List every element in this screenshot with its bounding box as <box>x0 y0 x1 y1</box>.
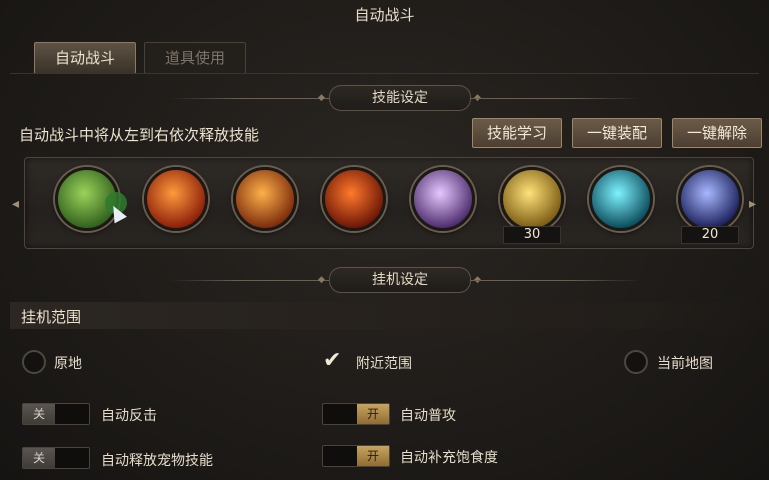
toggle-knob: 开 <box>357 404 389 424</box>
toggle-label-auto-pet-skill: 自动释放宠物技能 <box>101 453 213 469</box>
idle-range-label: 挂机范围 <box>21 308 82 326</box>
skills-section-header: ◆ 技能设定 ◆ <box>0 85 769 111</box>
option-label-stay: 原地 <box>54 356 82 372</box>
header-line-right <box>470 280 640 281</box>
toggle-knob: 关 <box>23 448 55 468</box>
option-label-current-map: 当前地图 <box>657 356 713 372</box>
arcane-chain-skill-icon[interactable] <box>411 167 475 231</box>
skills-section-title: 技能设定 <box>329 85 471 111</box>
flame-warrior-skill-icon[interactable] <box>233 167 297 231</box>
idle-section-header: ◆ 挂机设定 ◆ <box>0 267 769 293</box>
toggle-label-auto-counter: 自动反击 <box>101 408 157 424</box>
tab-bar: 自动战斗 道具使用 <box>34 42 246 74</box>
skill-count-badge: 30 <box>503 226 561 244</box>
skillbar-right-arrow-icon: ▸ <box>749 196 757 212</box>
unequip-all-button[interactable]: 一键解除 <box>672 118 762 148</box>
ornament-left-icon: ◆ <box>318 93 325 103</box>
tab-item-usage[interactable]: 道具使用 <box>144 42 246 74</box>
header-line-left <box>170 280 340 281</box>
window-title: 自动战斗 <box>354 6 415 24</box>
toggle-knob: 关 <box>23 404 55 424</box>
header-line-right <box>470 98 640 99</box>
golden-shield-skill-icon[interactable] <box>500 167 564 231</box>
skillbar-left-arrow-icon: ◂ <box>12 196 20 212</box>
toggle-label-auto-attack: 自动普攻 <box>400 408 456 424</box>
ornament-left-icon: ◆ <box>318 275 325 285</box>
radio-current-map[interactable] <box>624 350 648 374</box>
tab-auto-battle[interactable]: 自动战斗 <box>34 42 136 74</box>
idle-section-title: 挂机设定 <box>329 267 471 293</box>
toggle-knob: 开 <box>357 446 389 466</box>
spirit-portrait-skill-icon[interactable] <box>678 167 742 231</box>
toggle-auto-attack[interactable]: 开 <box>322 403 390 425</box>
radio-stay-in-place[interactable] <box>22 350 46 374</box>
skill-order-caption: 自动战斗中将从左到右依次释放技能 <box>19 126 260 144</box>
fire-strike-skill-icon[interactable] <box>322 167 386 231</box>
cyan-rune-skill-icon[interactable] <box>589 167 653 231</box>
learn-skill-button[interactable]: 技能学习 <box>472 118 562 148</box>
toggle-auto-satiety[interactable]: 开 <box>322 445 390 467</box>
idle-range-row: 挂机范围 <box>10 302 759 329</box>
auto-battle-panel: 自动战斗 自动战斗 道具使用 ◆ 技能设定 ◆ 自动战斗中将从左到右依次释放技能… <box>0 0 769 480</box>
option-label-nearby: 附近范围 <box>356 356 412 372</box>
fire-slash-skill-icon[interactable] <box>144 167 208 231</box>
tab-divider <box>10 73 759 74</box>
equip-all-button[interactable]: 一键装配 <box>572 118 662 148</box>
skill-count-badge: 20 <box>681 226 739 244</box>
toggle-label-auto-satiety: 自动补充饱食度 <box>400 450 498 466</box>
checkmark-icon[interactable]: ✔ <box>323 350 345 372</box>
header-line-left <box>170 98 340 99</box>
toggle-auto-pet-skill[interactable]: 关 <box>22 447 90 469</box>
toggle-auto-counter[interactable]: 关 <box>22 403 90 425</box>
